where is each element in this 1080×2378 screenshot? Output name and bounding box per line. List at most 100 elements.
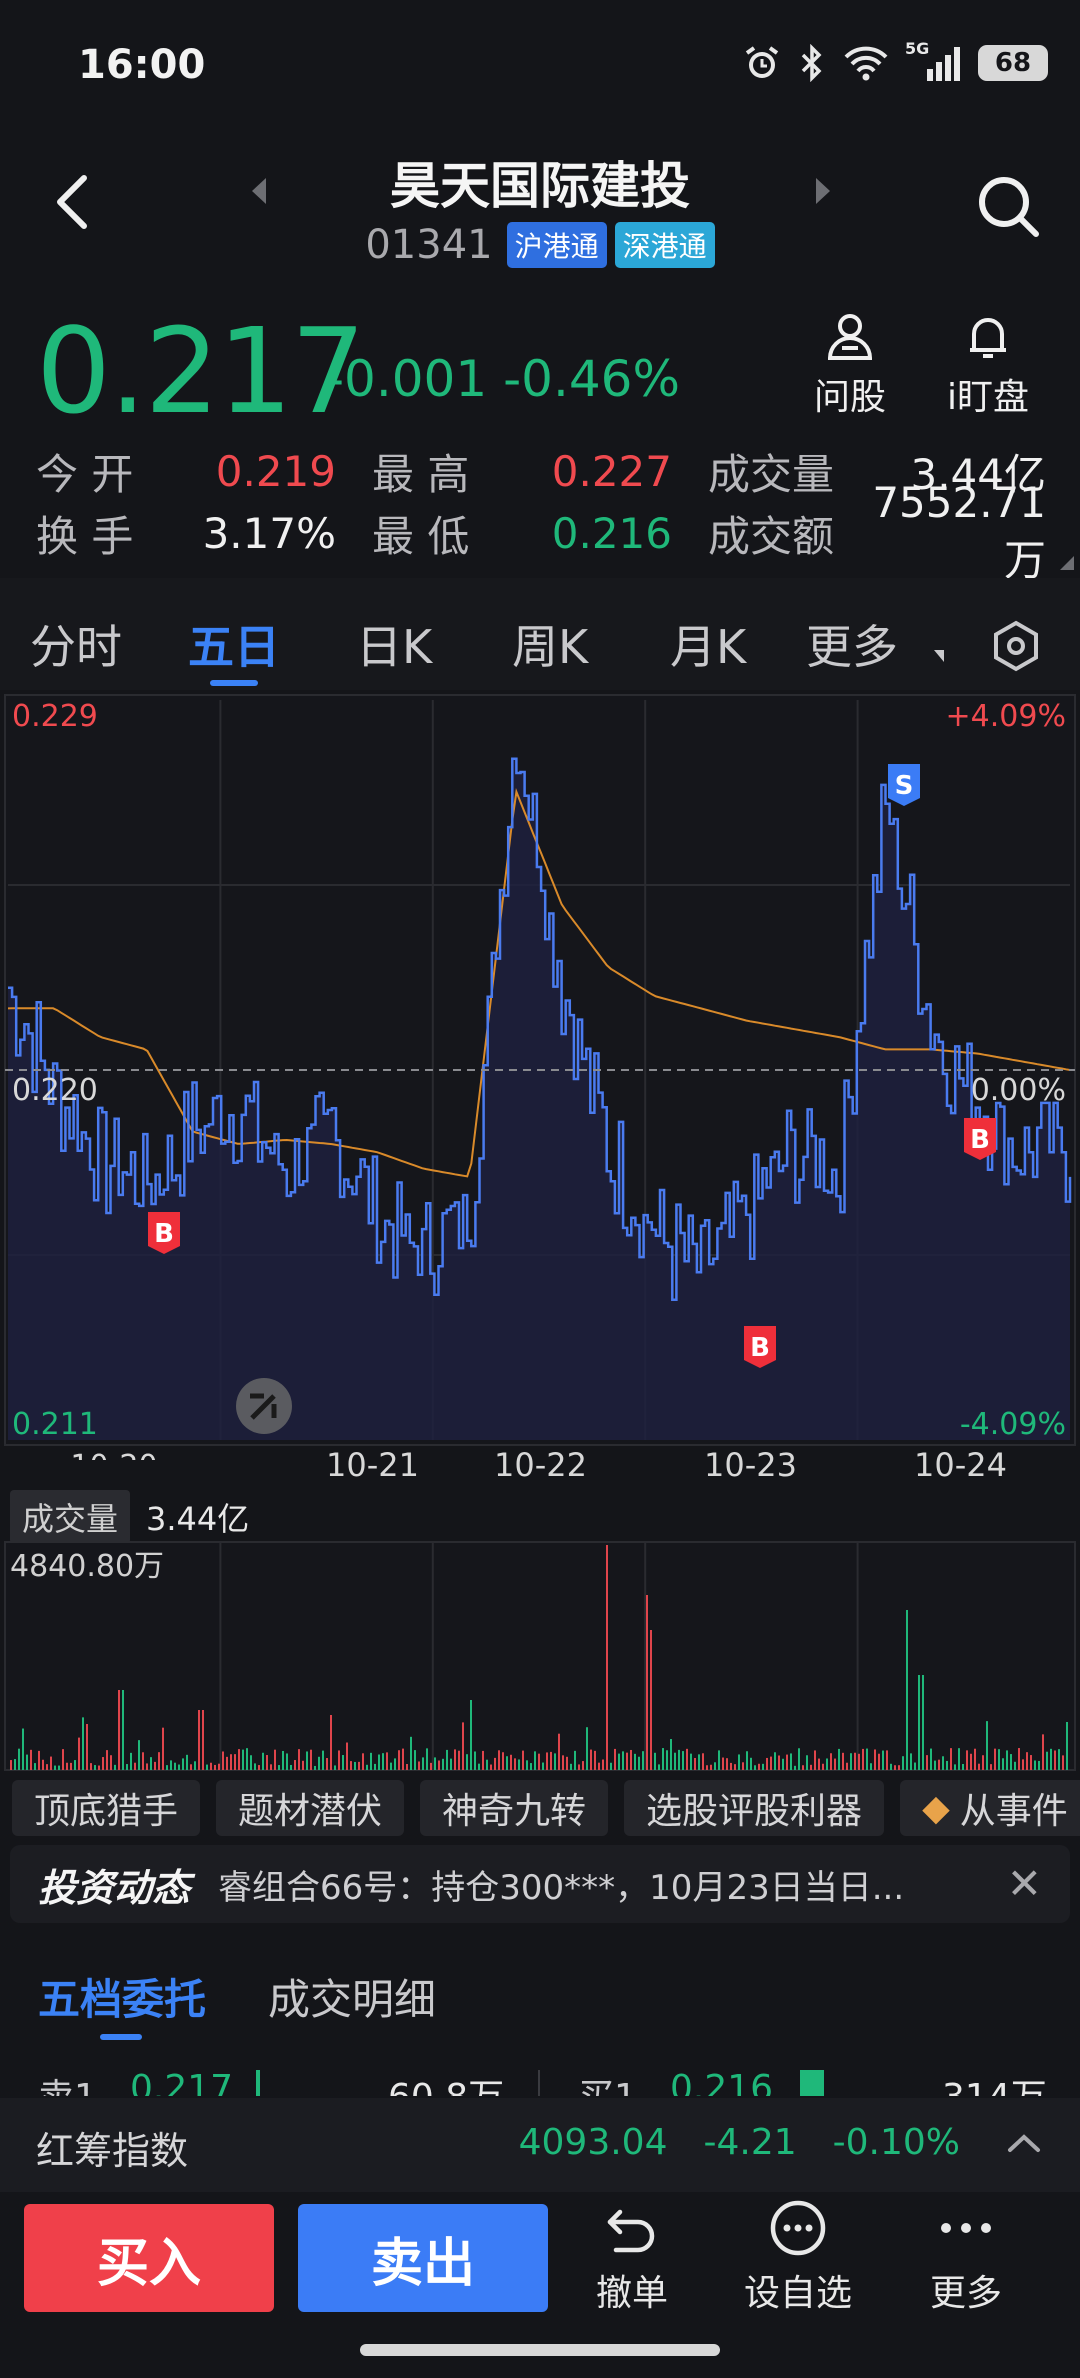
volume-bar xyxy=(438,1760,440,1770)
volume-bar xyxy=(718,1750,720,1770)
marker-buy-3[interactable]: B xyxy=(964,1118,996,1160)
chip-magic-nine[interactable]: 神奇九转 xyxy=(420,1780,609,1836)
chip-theme-ambush[interactable]: 题材潜伏 xyxy=(216,1780,405,1836)
date-label-3: 10-23 xyxy=(704,1446,797,1484)
expand-triangle-icon[interactable] xyxy=(1060,556,1074,570)
volume-bar xyxy=(22,1728,24,1770)
volume-tag[interactable]: 成交量 xyxy=(10,1490,131,1544)
buy1-price: 0.216 xyxy=(670,2068,774,2096)
person-icon xyxy=(827,314,873,360)
next-stock-arrow-icon[interactable] xyxy=(816,178,830,204)
volume-bar xyxy=(310,1749,312,1770)
search-icon[interactable] xyxy=(974,172,1042,240)
volume-bar xyxy=(678,1749,680,1770)
volume-bar xyxy=(326,1758,328,1770)
volume-bar xyxy=(58,1765,60,1770)
volume-bar xyxy=(142,1752,144,1770)
ask-stock-button[interactable]: 问股 xyxy=(790,310,910,420)
volume-bar xyxy=(954,1764,956,1770)
buy-button[interactable]: 买入 xyxy=(24,2204,274,2312)
volume-bar xyxy=(674,1752,676,1770)
active-tab-underline xyxy=(210,680,258,686)
volume-bar xyxy=(334,1765,336,1770)
volume-bar xyxy=(986,1721,988,1770)
volume-bar xyxy=(690,1753,692,1770)
volume-bar xyxy=(918,1675,920,1770)
volume-bar xyxy=(330,1715,332,1770)
chip-top-bottom-hunter[interactable]: 顶底猎手 xyxy=(12,1780,201,1836)
settings-hexagon-icon[interactable] xyxy=(990,620,1042,672)
quote-stats: 今 开 0.219 最 高 0.227 成交量 3.44亿 换 手 3.17% … xyxy=(36,440,1046,586)
tab-daily-k[interactable]: 日K xyxy=(356,611,432,677)
volume-bar xyxy=(230,1754,232,1770)
marker-buy-1[interactable]: B xyxy=(148,1212,180,1254)
volume-bar xyxy=(766,1757,768,1770)
volume-bar xyxy=(158,1752,160,1770)
volume-bar xyxy=(610,1762,612,1770)
buy1-label: 买1 xyxy=(578,2068,637,2096)
news-banner[interactable]: 投资动态 睿组合66号：持仓300***，10月23日当日... ✕ xyxy=(10,1845,1070,1923)
tab-more[interactable]: 更多 xyxy=(806,611,898,677)
volume-bar xyxy=(378,1754,380,1770)
volume-bar xyxy=(350,1761,352,1770)
chip-stock-picker[interactable]: 选股评股利器 xyxy=(624,1780,885,1836)
sell-button[interactable]: 卖出 xyxy=(298,2204,548,2312)
volume-bar xyxy=(998,1749,1000,1770)
tab-monthly-k[interactable]: 月K xyxy=(670,611,746,677)
cancel-order-button[interactable]: 撤单 xyxy=(562,2198,702,2316)
volume-bar xyxy=(462,1722,464,1770)
volume-bar xyxy=(510,1754,512,1770)
tab-weekly-k[interactable]: 周K xyxy=(512,611,588,677)
volume-bar xyxy=(354,1761,356,1770)
volume-bar xyxy=(798,1748,800,1770)
volume-bar xyxy=(294,1760,296,1770)
index-change: -4.21 xyxy=(703,2122,797,2163)
watch-button[interactable]: i盯盘 xyxy=(928,310,1048,420)
draw-tool-icon[interactable] xyxy=(236,1378,292,1434)
volume-bar xyxy=(486,1759,488,1770)
volume-bar xyxy=(270,1764,272,1770)
volume-chart: 4840.80万 xyxy=(4,1541,1076,1771)
volume-bar xyxy=(622,1751,624,1770)
more-dropdown-icon[interactable] xyxy=(934,650,944,662)
chip-label: 顶底猎手 xyxy=(34,1791,179,1832)
volume-bar xyxy=(1010,1754,1012,1770)
tab-order-book[interactable]: 五档委托 xyxy=(38,1966,206,2027)
volume-bar xyxy=(174,1762,176,1770)
chevron-up-icon[interactable] xyxy=(1004,2124,1044,2164)
add-watchlist-button[interactable]: 设自选 xyxy=(728,2198,868,2316)
status-icons: 5G 68 xyxy=(743,39,1048,82)
wifi-icon xyxy=(844,46,888,81)
volume-bar xyxy=(554,1753,556,1770)
volume-bar xyxy=(498,1750,500,1770)
volume-bar xyxy=(74,1760,76,1770)
tab-intraday[interactable]: 分时 xyxy=(30,611,122,677)
volume-bar xyxy=(662,1748,664,1770)
volume-bar xyxy=(118,1690,120,1770)
volume-bar xyxy=(546,1752,548,1770)
home-indicator[interactable] xyxy=(360,2344,720,2356)
index-bar[interactable]: 红筹指数 4093.04 -4.21 -0.10% xyxy=(0,2098,1080,2192)
volume-bar xyxy=(30,1749,32,1770)
connect-tag-sh: 沪港通 xyxy=(506,222,607,268)
tab-trade-detail[interactable]: 成交明细 xyxy=(268,1966,436,2027)
volume-bar xyxy=(646,1595,648,1770)
volume-bar xyxy=(974,1748,976,1770)
marker-buy-2[interactable]: B xyxy=(744,1326,776,1368)
chip-event[interactable]: ◆ 从事件 xyxy=(900,1780,1080,1836)
more-button[interactable]: 更多 xyxy=(896,2198,1036,2316)
volume-bar xyxy=(186,1754,188,1770)
price-change: -0.001 -0.46% xyxy=(326,350,680,408)
sell1-label: 卖1 xyxy=(38,2068,97,2096)
volume-bar xyxy=(278,1765,280,1770)
volume-bar xyxy=(194,1761,196,1770)
marker-buy-1-label: B xyxy=(154,1219,174,1249)
volume-bar xyxy=(806,1755,808,1770)
close-icon[interactable]: ✕ xyxy=(1007,1859,1042,1908)
volume-bar xyxy=(38,1750,40,1770)
volume-bar xyxy=(1030,1755,1032,1770)
volume-bar xyxy=(822,1763,824,1770)
tab-five-day[interactable]: 五日 xyxy=(188,611,280,677)
marker-sell[interactable]: S xyxy=(888,764,920,806)
five-day-chart[interactable]: 0.229 0.220 0.211 +4.09% 0.00% -4.09% B … xyxy=(0,690,1080,1460)
